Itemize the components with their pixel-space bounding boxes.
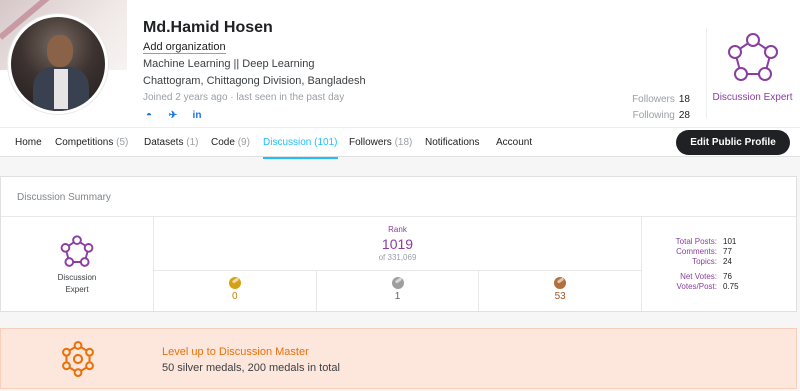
- tab-competitions[interactable]: Competitions (5): [55, 137, 128, 148]
- profile-page: Md.Hamid Hosen Add organization Machine …: [0, 0, 800, 391]
- discussion-master-icon: [62, 341, 94, 377]
- avatar[interactable]: [8, 14, 108, 114]
- tab-notifications[interactable]: Notifications: [425, 137, 479, 148]
- discussion-summary: Discussion Summary Discussion Expert Ran…: [0, 176, 797, 312]
- gold-medal: 0: [154, 271, 317, 311]
- social-links: ◓ ✈ in: [143, 109, 203, 121]
- stat-comments: Comments: 77: [676, 247, 732, 256]
- summary-tier: Discussion Expert: [1, 217, 154, 311]
- tab-datasets[interactable]: Datasets (1): [144, 137, 198, 148]
- summary-stats: Total Posts: 101 Comments: 77 Topics: 24 Ne…: [642, 217, 798, 311]
- profile-occupation: Machine Learning || Deep Learning: [143, 58, 315, 70]
- github-icon[interactable]: ◓: [143, 109, 155, 121]
- level-up-banner: Level up to Discussion Master 50 silver …: [0, 328, 797, 389]
- stat-net-votes: Net Votes: 76: [680, 272, 732, 281]
- follow-stats: Followers 18 Following 28: [632, 92, 690, 124]
- profile-location: Chattogram, Chittagong Division, Banglad…: [143, 75, 366, 87]
- tab-account[interactable]: Account: [496, 137, 532, 148]
- silver-medal-icon: [391, 277, 404, 289]
- edit-public-profile-button[interactable]: Edit Public Profile: [676, 130, 790, 155]
- medal-counts: 0 1 53: [154, 271, 641, 311]
- tab-followers[interactable]: Followers (18): [349, 137, 412, 148]
- discussion-expert-icon: [60, 235, 94, 267]
- summary-title: Discussion Summary: [1, 177, 796, 217]
- tab-discussion[interactable]: Discussion (101): [263, 137, 338, 159]
- followers-stat[interactable]: Followers 18: [632, 92, 690, 108]
- stat-votes-per-post: Votes/Post: 0.75: [676, 282, 739, 291]
- tab-home[interactable]: Home: [15, 137, 42, 148]
- bronze-medal-icon: [554, 277, 567, 289]
- summary-rank: Rank 1019 of 331,069 0 1 53: [154, 217, 642, 311]
- level-up-subtitle: 50 silver medals, 200 medals in total: [162, 362, 340, 374]
- profile-joined: Joined 2 years ago · last seen in the pa…: [143, 92, 345, 103]
- stat-topics: Topics: 24: [692, 257, 732, 266]
- tier-badge[interactable]: Discussion Expert: [706, 28, 798, 118]
- tier-label: Discussion Expert: [712, 92, 793, 103]
- twitter-icon[interactable]: ✈: [167, 109, 179, 121]
- linkedin-icon[interactable]: in: [191, 109, 203, 121]
- tab-code[interactable]: Code (9): [211, 137, 250, 148]
- following-stat[interactable]: Following 28: [632, 108, 690, 124]
- bronze-medal: 53: [479, 271, 641, 311]
- discussion-expert-icon: [727, 33, 778, 81]
- rank-value: 1019: [381, 236, 414, 252]
- level-up-title: Level up to Discussion Master: [162, 346, 309, 358]
- profile-header: Md.Hamid Hosen Add organization Machine …: [0, 0, 800, 127]
- add-organization-link[interactable]: Add organization: [143, 41, 226, 54]
- gold-medal-icon: [228, 277, 241, 289]
- silver-medal: 1: [317, 271, 480, 311]
- stat-total-posts: Total Posts: 101: [675, 237, 737, 246]
- profile-tabs: Home Competitions (5) Datasets (1) Code …: [0, 127, 800, 159]
- profile-name: Md.Hamid Hosen: [143, 19, 273, 36]
